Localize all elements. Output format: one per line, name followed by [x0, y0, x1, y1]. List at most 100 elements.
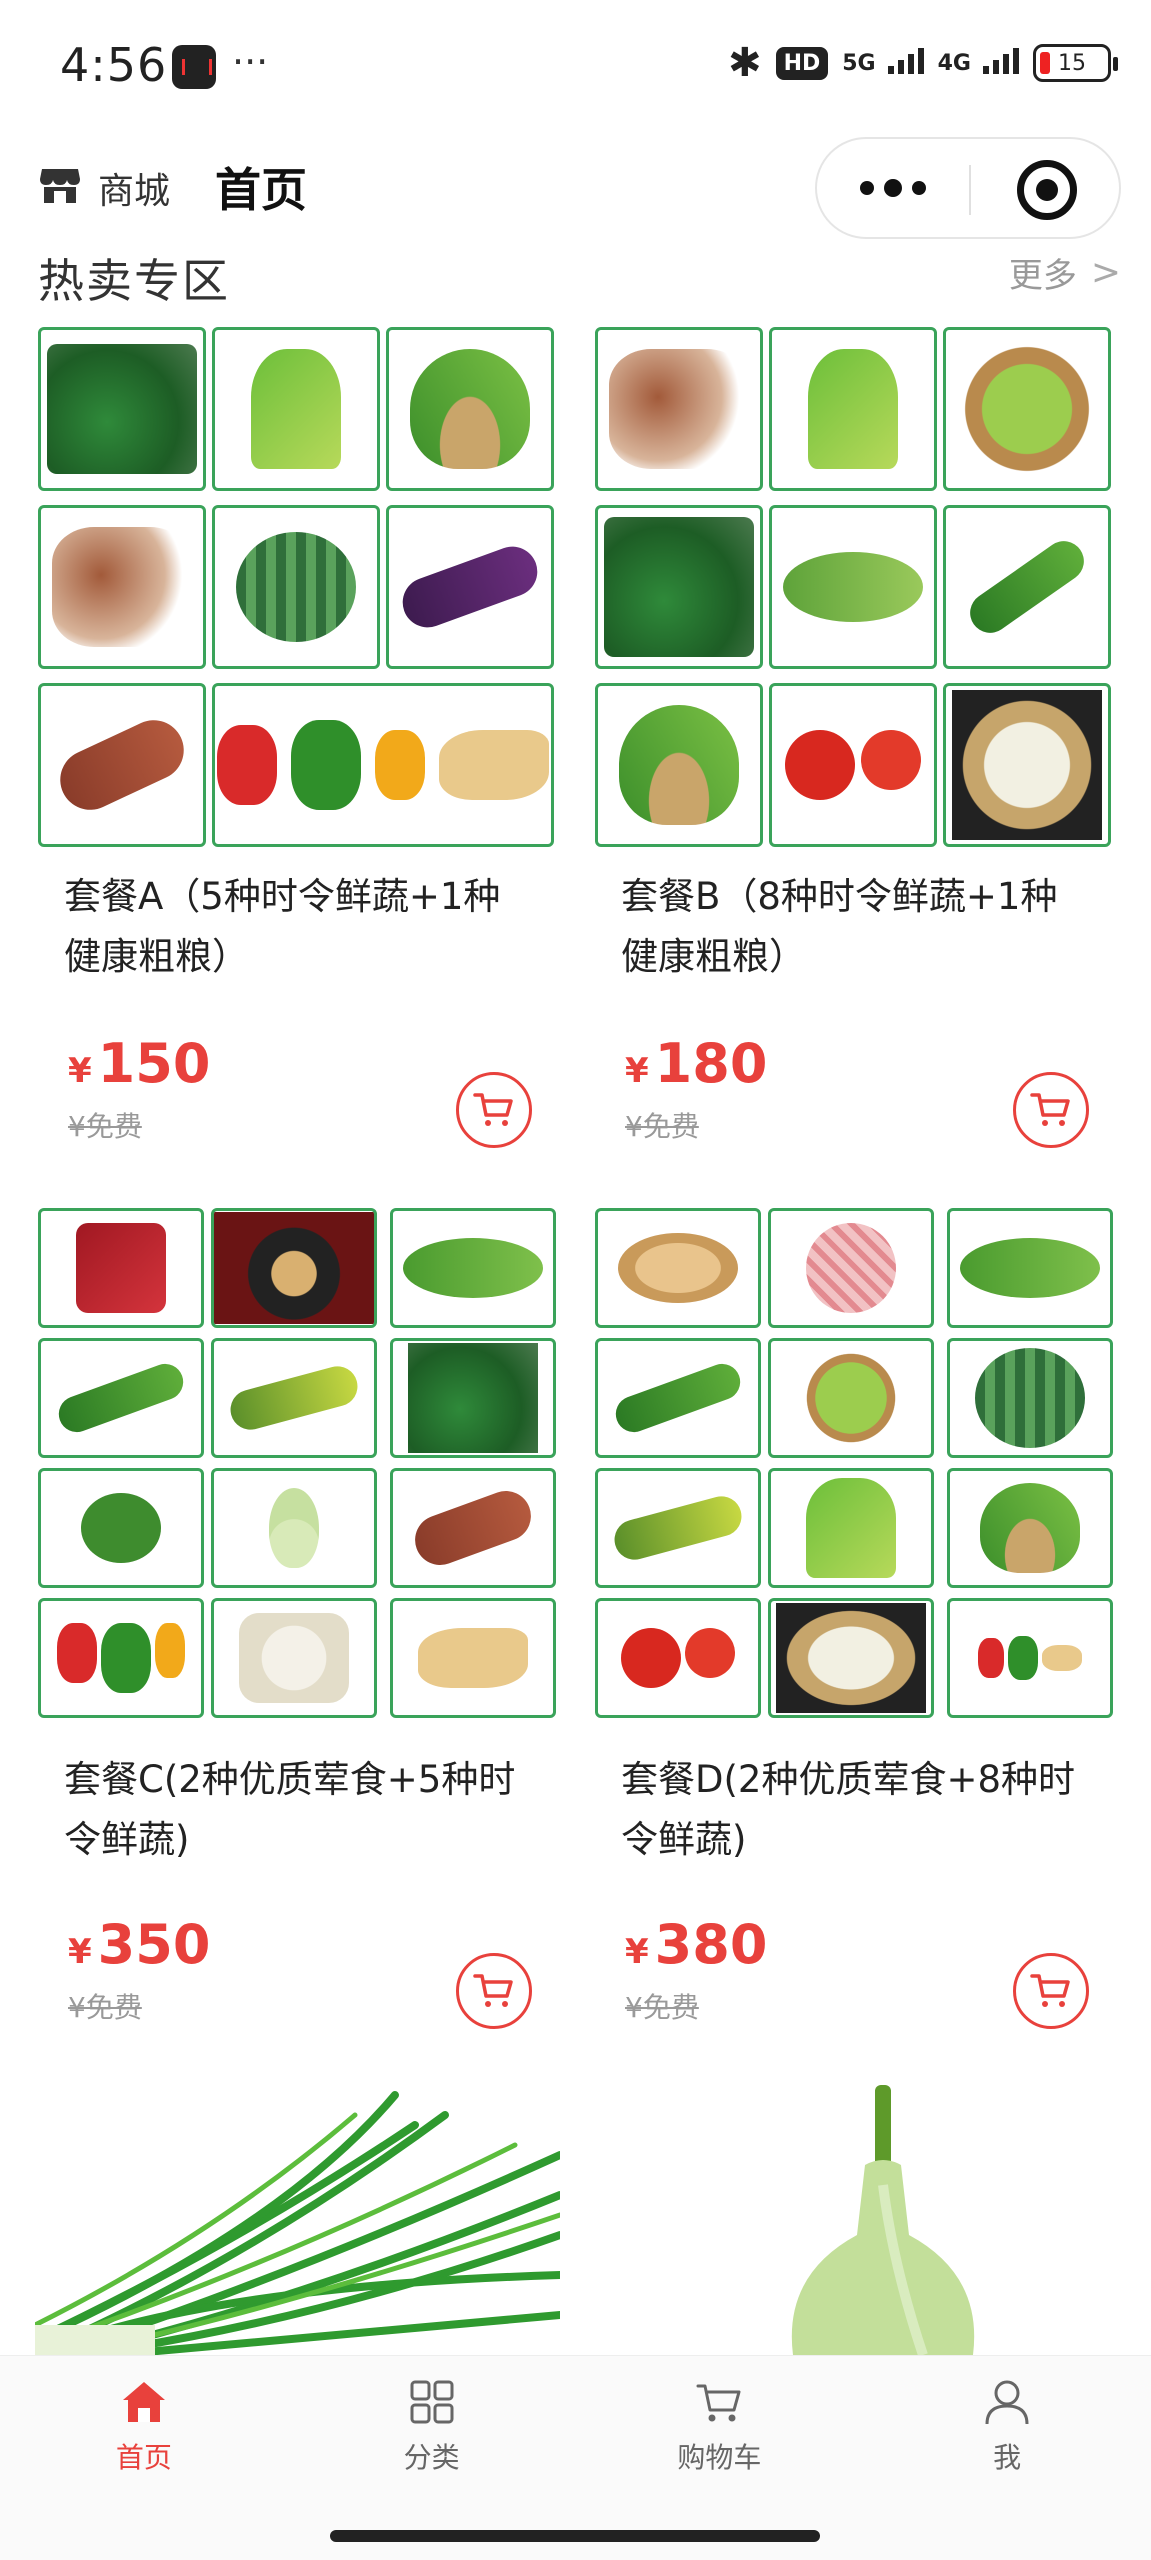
tab-label: 购物车	[677, 2441, 762, 2474]
product-thumb	[38, 1208, 204, 1328]
user-icon	[985, 2380, 1029, 2425]
product-thumb	[211, 1208, 377, 1328]
product-thumb	[947, 1208, 1113, 1328]
cart-icon	[1030, 1093, 1070, 1126]
product-thumb	[212, 505, 380, 669]
more-link[interactable]: 更多 >	[1009, 248, 1121, 297]
product-card-a[interactable]: 套餐A（5种时令鲜蔬+1种健康粗粮） ¥150 ¥免费	[38, 327, 558, 1157]
home-icon	[122, 2382, 165, 2422]
product-card-b[interactable]: 套餐B（8种时令鲜蔬+1种健康粗粮） ¥180 ¥免费	[595, 327, 1115, 1157]
status-more-dots: ···	[232, 40, 269, 84]
more-label: 更多	[1008, 256, 1077, 296]
product-thumb	[768, 1208, 934, 1328]
product-thumb	[768, 1468, 934, 1588]
shop-icon	[40, 169, 80, 203]
tab-cart[interactable]: 购物车	[576, 2356, 864, 2510]
recorder-app-icon	[172, 45, 216, 89]
product-thumb	[595, 1468, 761, 1588]
price-value: 150	[97, 1032, 211, 1095]
product-thumb	[212, 327, 380, 491]
chives-image	[35, 2091, 560, 2355]
product-thumb	[38, 505, 206, 669]
hd-badge: HD	[775, 46, 829, 80]
product-thumb	[947, 1338, 1113, 1458]
bluetooth-icon: ✱	[728, 40, 762, 86]
product-thumb	[386, 327, 554, 491]
product-thumb	[211, 1338, 377, 1458]
product-thumb	[595, 505, 763, 669]
product-card-d[interactable]: 套餐D(2种优质荤食+8种时令鲜蔬) ¥380 ¥免费	[595, 1208, 1115, 2038]
product-price: ¥350	[68, 1913, 210, 1976]
product-title: 套餐C(2种优质荤食+5种时令鲜蔬)	[64, 1758, 516, 1861]
product-thumb	[212, 683, 554, 847]
product-thumb	[595, 327, 763, 491]
product-thumb	[769, 505, 937, 669]
currency-symbol: ¥	[68, 1051, 92, 1091]
product-thumb	[943, 327, 1111, 491]
product-thumb	[390, 1208, 556, 1328]
currency-symbol: ¥	[625, 1932, 649, 1972]
cart-icon	[1030, 1974, 1070, 2007]
signal-4g-label: 4G	[937, 50, 971, 76]
product-card-c[interactable]: 套餐C(2种优质荤食+5种时令鲜蔬) ¥350 ¥免费	[38, 1208, 558, 2038]
product-thumb	[595, 1208, 761, 1328]
product-title: 套餐D(2种优质荤食+8种时令鲜蔬)	[621, 1758, 1076, 1861]
product-thumb	[38, 1338, 204, 1458]
product-image-gourd[interactable]	[593, 2085, 1118, 2355]
original-price: ¥免费	[68, 1991, 142, 2024]
currency-symbol: ¥	[68, 1932, 92, 1972]
tab-label: 我	[993, 2441, 1022, 2474]
signal-5g-label: 5G	[842, 50, 876, 76]
status-indicators: ✱ HD 5G 4G 15	[728, 40, 1118, 86]
status-time: 4:56	[60, 38, 168, 92]
add-to-cart-button[interactable]	[1013, 1953, 1089, 2029]
page-header: 商城 首页	[0, 135, 1151, 240]
product-thumb	[595, 1598, 761, 1718]
price-value: 380	[654, 1913, 768, 1976]
product-thumb	[211, 1598, 377, 1718]
product-thumb	[38, 683, 206, 847]
original-price: ¥免费	[68, 1110, 142, 1143]
tab-home[interactable]: 首页	[0, 2356, 288, 2510]
product-title: 套餐B（8种时令鲜蔬+1种健康粗粮）	[621, 875, 1058, 978]
product-thumb	[390, 1338, 556, 1458]
shop-label[interactable]: 商城	[98, 162, 170, 214]
cart-icon	[696, 2384, 741, 2422]
capsule-divider	[969, 165, 971, 215]
price-value: 350	[97, 1913, 211, 1976]
signal-4g-icon: 4G	[937, 47, 1019, 76]
original-price: ¥免费	[625, 1991, 699, 2024]
product-thumb	[947, 1468, 1113, 1588]
signal-5g-icon: 5G	[842, 47, 924, 76]
add-to-cart-button[interactable]	[1013, 1072, 1089, 1148]
tab-me[interactable]: 我	[863, 2356, 1151, 2510]
product-title: 套餐A（5种时令鲜蔬+1种健康粗粮）	[64, 875, 501, 978]
product-image-chives[interactable]	[35, 2085, 560, 2355]
gourd-image	[791, 2085, 975, 2355]
add-to-cart-button[interactable]	[456, 1072, 532, 1148]
product-thumb	[38, 1598, 204, 1718]
product-thumb	[943, 505, 1111, 669]
product-thumb	[211, 1468, 377, 1588]
product-price: ¥150	[68, 1032, 210, 1095]
tab-category[interactable]: 分类	[288, 2356, 576, 2510]
product-thumb	[595, 1338, 761, 1458]
price-value: 180	[654, 1032, 768, 1095]
product-price: ¥380	[625, 1913, 767, 1976]
tab-label: 首页	[115, 2441, 172, 2474]
product-thumb	[769, 327, 937, 491]
add-to-cart-button[interactable]	[456, 1953, 532, 2029]
product-thumb	[769, 683, 937, 847]
battery-icon: 15	[1033, 44, 1118, 82]
home-indicator[interactable]	[330, 2530, 820, 2542]
cart-icon	[473, 1974, 513, 2007]
product-thumb	[390, 1598, 556, 1718]
product-thumb	[768, 1338, 934, 1458]
product-thumb	[943, 683, 1111, 847]
product-thumb	[947, 1598, 1113, 1718]
close-miniapp-button[interactable]	[1017, 160, 1077, 220]
product-thumb	[595, 683, 763, 847]
original-price: ¥免费	[625, 1110, 699, 1143]
tab-label: 分类	[403, 2441, 460, 2474]
more-options-button[interactable]	[817, 139, 969, 237]
